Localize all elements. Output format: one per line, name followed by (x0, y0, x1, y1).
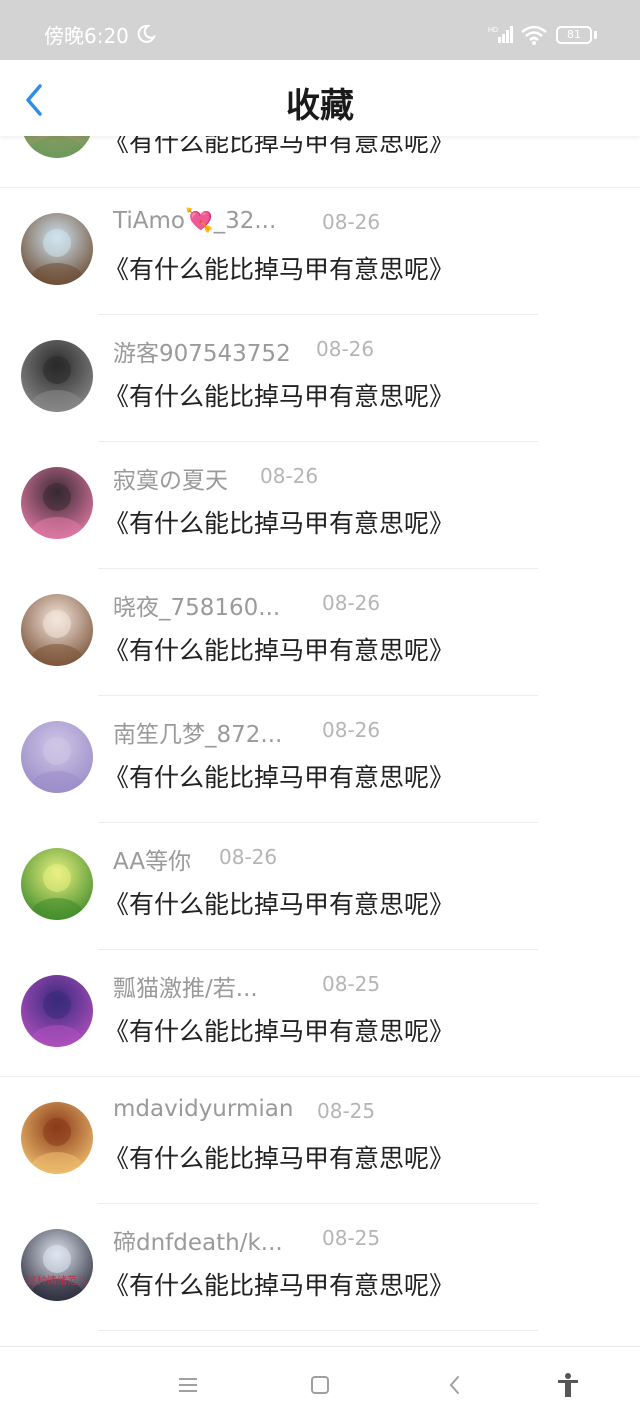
name-row: TiAmo💘_32... 08-26 (113, 207, 380, 237)
page-title: 收藏 (286, 86, 354, 126)
content-title[interactable]: 《有什么能比掉马甲有意思呢》 (104, 1266, 454, 1302)
name-row: 游客907543752 08-26 (113, 334, 374, 367)
svg-text:HD: HD (488, 27, 498, 34)
avatar-image (21, 721, 93, 793)
date: 08-25 (322, 972, 381, 996)
home-icon (311, 1376, 329, 1394)
avatar[interactable] (21, 975, 93, 1047)
username[interactable]: 寂寞の夏天 (113, 461, 228, 495)
list-item[interactable]: AA等你 08-26 《有什么能比掉马甲有意思呢》 (0, 823, 640, 950)
accessibility-icon (558, 1373, 578, 1397)
avatar[interactable] (21, 721, 93, 793)
date: 08-26 (219, 845, 278, 869)
content-title[interactable]: 《有什么能比掉马甲有意思呢》 (104, 1012, 454, 1048)
name-row: AA等你 08-26 (113, 842, 277, 875)
username[interactable]: 南笙几梦_872... (113, 715, 282, 749)
avatar-caption: 这种情绪范儿 (27, 1276, 87, 1287)
wifi-icon (521, 25, 547, 45)
content-title[interactable]: 《有什么能比掉马甲有意思呢》 (104, 504, 454, 540)
avatar-image (21, 848, 93, 920)
username[interactable]: 碲dnfdeath/k... (113, 1223, 283, 1257)
content-title[interactable]: 《有什么能比掉马甲有意思呢》 (104, 758, 454, 794)
back-icon (449, 1376, 459, 1394)
avatar[interactable] (21, 1102, 93, 1174)
date: 08-26 (260, 464, 319, 488)
date: 08-26 (322, 210, 381, 234)
name-row: 寂寞の夏天 08-26 (113, 461, 318, 494)
menu-button[interactable] (174, 1371, 202, 1399)
avatar-image (21, 1102, 93, 1174)
avatar[interactable] (21, 467, 93, 539)
content-title[interactable]: 《有什么能比掉马甲有意思呢》 (104, 1139, 454, 1175)
home-button[interactable] (306, 1371, 334, 1399)
list-item[interactable]: TiAmo💘_32... 08-26 《有什么能比掉马甲有意思呢》 (0, 188, 640, 315)
avatar-image (21, 975, 93, 1047)
list-item[interactable]: 晓夜_758160... 08-26 《有什么能比掉马甲有意思呢》 (0, 569, 640, 696)
username[interactable]: 游客907543752 (113, 334, 291, 368)
date: 08-26 (316, 337, 375, 361)
avatar-image (21, 594, 93, 666)
content-title[interactable]: 《有什么能比掉马甲有意思呢》 (104, 250, 454, 286)
battery-level: 81 (567, 28, 581, 41)
avatar-image (21, 467, 93, 539)
date: 08-25 (317, 1099, 376, 1123)
status-time: 傍晚6:20 (44, 24, 129, 48)
name-row: mdavidyurmian 08-25 (113, 1096, 375, 1126)
avatar[interactable] (21, 340, 93, 412)
date: 08-26 (322, 718, 381, 742)
avatar-image (21, 1229, 93, 1301)
name-row: 南笙几梦_872... 08-26 (113, 715, 380, 748)
name-row: 瓢猫激推/若... 08-25 (113, 969, 380, 1002)
content-title[interactable]: 《有什么能比掉马甲有意思呢》 (104, 377, 454, 413)
divider (98, 1330, 538, 1331)
avatar[interactable] (21, 848, 93, 920)
avatar-image (21, 340, 93, 412)
username[interactable]: AA等你 (113, 842, 191, 876)
username[interactable]: mdavidyurmian (113, 1096, 293, 1122)
content-title[interactable]: 《有什么能比掉马甲有意思呢》 (104, 631, 454, 667)
list-item[interactable]: 寂寞の夏天 08-26 《有什么能比掉马甲有意思呢》 (0, 442, 640, 569)
list-item[interactable]: 这种情绪范儿 碲dnfdeath/k... 08-25 《有什么能比掉马甲有意思呢》 (0, 1204, 640, 1331)
battery-icon: 81 (556, 26, 592, 44)
status-bar: 傍晚6:20 HD 81 (0, 0, 640, 60)
accessibility-button[interactable] (554, 1371, 582, 1399)
system-nav-bar (0, 1346, 640, 1422)
list-item[interactable]: 南笙几梦_872... 08-26 《有什么能比掉马甲有意思呢》 (0, 696, 640, 823)
content-title[interactable]: 《有什么能比掉马甲有意思呢》 (104, 885, 454, 921)
avatar[interactable]: 这种情绪范儿 (21, 1229, 93, 1301)
list-item[interactable]: mdavidyurmian 08-25 《有什么能比掉马甲有意思呢》 (0, 1077, 640, 1204)
username[interactable]: TiAmo💘_32... (113, 207, 276, 234)
nav-back-button[interactable] (441, 1371, 469, 1399)
header: 收藏 (0, 60, 640, 136)
hd-signal-icon: HD (488, 26, 513, 43)
moon-icon (137, 24, 156, 43)
avatar[interactable] (21, 594, 93, 666)
battery-tip (594, 31, 597, 39)
name-row: 碲dnfdeath/k... 08-25 (113, 1223, 380, 1256)
name-row: 晓夜_758160... 08-26 (113, 588, 380, 621)
list-item[interactable]: 瓢猫激推/若... 08-25 《有什么能比掉马甲有意思呢》 (0, 950, 640, 1077)
list-item[interactable]: 游客907543752 08-26 《有什么能比掉马甲有意思呢》 (0, 315, 640, 442)
username[interactable]: 晓夜_758160... (113, 588, 280, 622)
date: 08-25 (322, 1226, 381, 1250)
username[interactable]: 瓢猫激推/若... (113, 969, 258, 1003)
date: 08-26 (322, 591, 381, 615)
avatar[interactable] (21, 213, 93, 285)
avatar-image (21, 213, 93, 285)
menu-icon (179, 1378, 197, 1392)
